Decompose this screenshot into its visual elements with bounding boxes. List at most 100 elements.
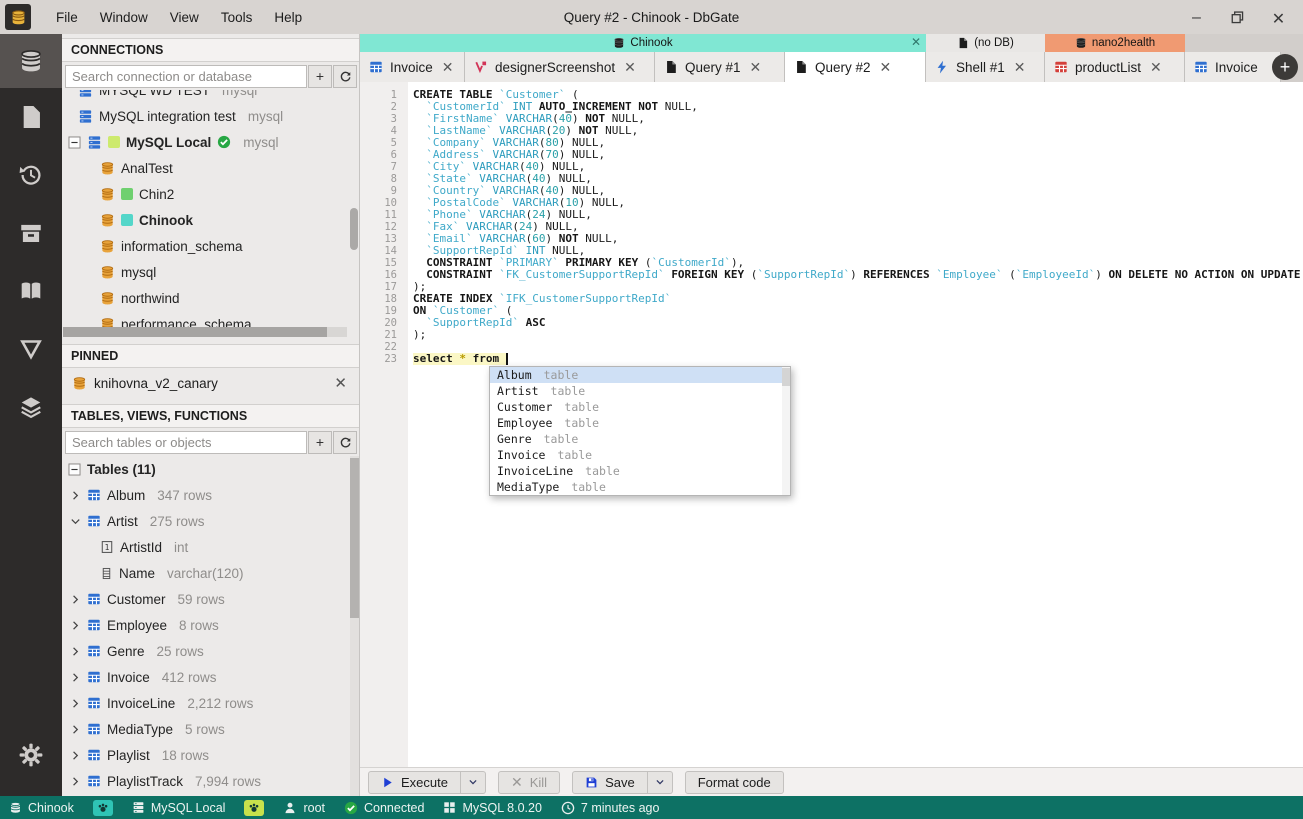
database-item-northwind[interactable]: northwind (62, 285, 359, 311)
code-text[interactable]: select * from (413, 353, 508, 365)
autocomplete-item-Invoice[interactable]: Invoice table (490, 447, 790, 463)
menu-file[interactable]: File (45, 3, 89, 32)
objects-search-input[interactable] (65, 430, 307, 454)
connections-vscrollbar[interactable] (350, 208, 358, 250)
status-connected[interactable]: Connected (344, 801, 424, 815)
close-group-icon[interactable]: ✕ (911, 35, 921, 49)
tab-group--no-DB-[interactable]: (no DB) (926, 34, 1045, 52)
tab-group-Chinook[interactable]: Chinook ✕ (360, 34, 926, 52)
autocomplete-item-InvoiceLine[interactable]: InvoiceLine table (490, 463, 790, 479)
database-item-mysql[interactable]: mysql (62, 259, 359, 285)
autocomplete-item-Customer[interactable]: Customer table (490, 399, 790, 415)
activity-layers-button[interactable] (0, 378, 62, 436)
chevron-right-icon[interactable] (70, 776, 81, 787)
table-item-Invoice[interactable]: Invoice 412 rows (62, 664, 359, 690)
status-root[interactable]: root (283, 801, 325, 815)
table-item-MediaType[interactable]: MediaType 5 rows (62, 716, 359, 742)
refresh-objects-button[interactable] (333, 430, 357, 454)
tab-productList[interactable]: productList ✕ (1045, 52, 1185, 82)
close-tab-icon[interactable]: ✕ (1150, 59, 1162, 76)
table-item-Genre[interactable]: Genre 25 rows (62, 638, 359, 664)
autocomplete-item-Artist[interactable]: Artist table (490, 383, 790, 399)
save-button[interactable]: Save (572, 770, 648, 794)
autocomplete-item-Album[interactable]: Album table (490, 367, 790, 383)
status-7-minutes-ago[interactable]: 7 minutes ago (561, 801, 659, 815)
database-item-AnalTest[interactable]: AnalTest (62, 155, 359, 181)
menu-view[interactable]: View (159, 3, 210, 32)
restore-button[interactable] (1229, 9, 1246, 26)
database-item-Chinook[interactable]: Chinook (62, 207, 359, 233)
chevron-right-icon[interactable] (70, 672, 81, 683)
close-tab-icon[interactable]: ✕ (750, 59, 762, 76)
unpin-button[interactable]: ✕ (332, 374, 349, 392)
code-text[interactable]: ); (413, 329, 426, 341)
tab-Query--2[interactable]: Query #2 ✕ (785, 52, 926, 82)
activity-database-button[interactable] (0, 34, 62, 88)
connections-search-input[interactable] (65, 64, 307, 88)
tab-designerScreenshot[interactable]: designerScreenshot ✕ (465, 52, 655, 82)
table-item-Album[interactable]: Album 347 rows (62, 482, 359, 508)
column-item-Name[interactable]: Name varchar(120) (62, 560, 359, 586)
status-chinook[interactable]: Chinook (9, 801, 74, 815)
close-tab-icon[interactable]: ✕ (880, 59, 892, 76)
tab-Shell--1[interactable]: Shell #1 ✕ (926, 52, 1045, 82)
add-object-button[interactable]: + (308, 430, 332, 454)
close-tab-icon[interactable]: ✕ (1014, 59, 1026, 76)
activity-history-button[interactable] (0, 146, 62, 204)
activity-settings-button[interactable] (0, 726, 62, 784)
chevron-right-icon[interactable] (70, 724, 81, 735)
table-item-Customer[interactable]: Customer 59 rows (62, 586, 359, 612)
database-item-Chin2[interactable]: Chin2 (62, 181, 359, 207)
tab-Invoice[interactable]: Invoice ✕ (360, 52, 465, 82)
table-item-Playlist[interactable]: Playlist 18 rows (62, 742, 359, 768)
new-tab-button[interactable]: + (1272, 54, 1298, 80)
collapse-icon[interactable] (68, 135, 81, 149)
connections-hscrollbar[interactable] (63, 327, 347, 337)
chevron-right-icon[interactable] (70, 698, 81, 709)
menu-help[interactable]: Help (263, 3, 313, 32)
code-text[interactable]: `SupportRepId` ASC (413, 317, 545, 329)
collapse-icon[interactable] (68, 462, 81, 476)
autocomplete-item-Genre[interactable]: Genre table (490, 431, 790, 447)
activity-archive-button[interactable] (0, 204, 62, 262)
activity-file-button[interactable] (0, 88, 62, 146)
tab-Invoice[interactable]: Invoice (1185, 52, 1281, 82)
status-mysql-local[interactable]: MySQL Local (132, 801, 225, 815)
add-connection-button[interactable]: + (308, 64, 332, 88)
database-color-badge[interactable] (244, 799, 265, 816)
table-item-InvoiceLine[interactable]: InvoiceLine 2,212 rows (62, 690, 359, 716)
database-item-information_schema[interactable]: information_schema (62, 233, 359, 259)
close-tab-icon[interactable]: ✕ (442, 59, 454, 76)
chevron-right-icon[interactable] (70, 620, 81, 631)
autocomplete-item-MediaType[interactable]: MediaType table (490, 479, 790, 495)
sql-editor[interactable]: 1 CREATE TABLE `Customer` (2 `CustomerId`… (360, 82, 1303, 767)
tab-group-nano2health[interactable]: nano2health (1045, 34, 1185, 52)
chevron-right-icon[interactable] (70, 646, 81, 657)
connection-item-MYSQL WD TEST[interactable]: MYSQL WD TEST mysql (62, 90, 359, 103)
execute-dropdown-button[interactable] (460, 770, 486, 794)
table-item-Employee[interactable]: Employee 8 rows (62, 612, 359, 638)
save-dropdown-button[interactable] (647, 770, 673, 794)
autocomplete-scrollbar[interactable] (782, 367, 790, 495)
code-text[interactable]: CONSTRAINT `FK_CustomerSupportRepId` FOR… (413, 269, 1303, 281)
connection-item-MySQL Local[interactable]: MySQL Local mysql (62, 129, 359, 155)
objects-scrollbar[interactable] (350, 456, 359, 796)
chevron-right-icon[interactable] (70, 750, 81, 761)
close-tab-icon[interactable]: ✕ (624, 59, 636, 76)
format-code-button[interactable]: Format code (684, 770, 784, 794)
chevron-right-icon[interactable] (70, 594, 81, 605)
close-window-button[interactable]: ✕ (1270, 9, 1287, 28)
pinned-item[interactable]: knihovna_v2_canary ✕ (62, 368, 359, 398)
table-item-Artist[interactable]: Artist 275 rows (62, 508, 359, 534)
menu-tools[interactable]: Tools (210, 3, 264, 32)
table-item-PlaylistTrack[interactable]: PlaylistTrack 7,994 rows (62, 768, 359, 794)
database-color-badge[interactable] (92, 799, 113, 816)
tab-Query--1[interactable]: Query #1 ✕ (655, 52, 785, 82)
autocomplete-item-Employee[interactable]: Employee table (490, 415, 790, 431)
execute-button[interactable]: Execute (368, 770, 461, 794)
activity-funnel-button[interactable] (0, 320, 62, 378)
connection-item-MySQL integration test[interactable]: MySQL integration test mysql (62, 103, 359, 129)
refresh-connections-button[interactable] (333, 64, 357, 88)
activity-book-button[interactable] (0, 262, 62, 320)
menu-window[interactable]: Window (89, 3, 159, 32)
